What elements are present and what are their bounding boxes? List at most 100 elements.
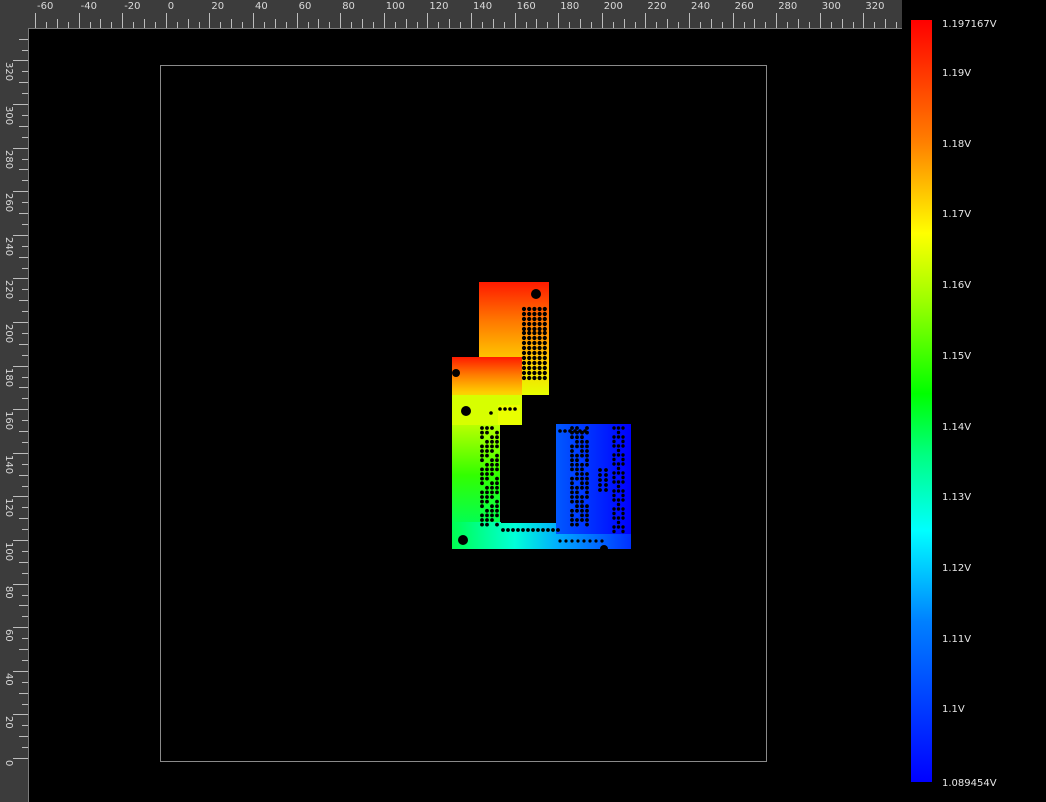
via-dot (612, 462, 616, 466)
via-dot (490, 444, 494, 449)
via-dot (580, 485, 584, 490)
via-dot (485, 430, 489, 435)
colorbar-tick-label: 1.1V (942, 704, 965, 716)
via-dot (585, 518, 589, 522)
via-dot (495, 444, 499, 449)
via-dot (485, 453, 489, 458)
colorbar-tick-label: 1.16V (942, 280, 972, 292)
inner-cutout (501, 425, 556, 523)
via-dot (570, 435, 574, 440)
via-dot (575, 458, 579, 463)
via-dot (575, 499, 579, 504)
via-dot (495, 458, 499, 463)
via-dot (580, 467, 584, 472)
via-dot (495, 522, 499, 527)
via-dot (527, 330, 532, 336)
via-dot (621, 489, 625, 493)
via-dot (527, 355, 532, 361)
via-dot (616, 484, 621, 489)
via-dot (616, 426, 621, 430)
via-dot (612, 493, 616, 498)
via-dot (570, 467, 574, 472)
via-dot (480, 513, 484, 518)
via-dot (490, 439, 494, 444)
via-dot (490, 513, 494, 518)
via-dot (537, 340, 542, 346)
via-dot (537, 355, 542, 361)
via-dot (495, 467, 499, 472)
via-dot (575, 495, 579, 499)
via-dot (480, 504, 484, 509)
via-dot (537, 321, 542, 327)
via-dot (575, 467, 579, 472)
via-dot (521, 311, 527, 317)
via-dot (585, 522, 589, 527)
via-dot (485, 508, 489, 513)
via-dot (612, 529, 616, 534)
via-dot (568, 429, 572, 433)
via-dot (585, 485, 589, 490)
via-dot (521, 326, 527, 332)
via-dot (580, 495, 584, 499)
via-dot (580, 508, 584, 513)
via-dot (480, 481, 484, 486)
via-dot (580, 435, 584, 440)
via-dot (580, 449, 584, 453)
via-dot (506, 528, 510, 532)
via-dot (532, 316, 537, 322)
via-dot (511, 528, 515, 532)
via-dot (575, 490, 579, 495)
via-dot (485, 518, 489, 522)
via-dot (508, 407, 512, 411)
via-dot (490, 508, 494, 513)
via-dot (563, 429, 567, 433)
via-dot (621, 453, 625, 457)
via-dot (537, 365, 542, 371)
via-dot (580, 504, 584, 509)
via-dot (546, 528, 550, 532)
via-dot (612, 516, 616, 520)
via-dot (541, 528, 545, 532)
via-dot (612, 507, 616, 511)
via-dot (585, 439, 589, 444)
via-dot (585, 453, 589, 458)
via-dot (585, 444, 589, 449)
via-dot (582, 539, 586, 543)
via-dot (521, 335, 527, 341)
via-dot (480, 495, 484, 499)
via-dot (527, 316, 532, 322)
voltage-heatmap (452, 282, 631, 553)
via-dot (485, 495, 489, 499)
via-dot (490, 518, 494, 522)
via-dot (485, 449, 489, 453)
via-dot (480, 472, 484, 476)
via-dot (521, 345, 527, 351)
via-dot (580, 462, 584, 467)
via-dot (513, 407, 517, 411)
via-dot (490, 481, 494, 486)
via-dot (480, 426, 484, 430)
via-dot (580, 444, 584, 449)
via-dot (588, 539, 592, 543)
via-dot (532, 330, 537, 336)
via-dot (498, 407, 502, 411)
via-dot (527, 335, 532, 341)
colorbar-min-label: 1.089454V (942, 778, 997, 789)
via-dot (621, 439, 625, 444)
via-dot (485, 467, 489, 472)
via-dot (537, 306, 542, 312)
via-dot (575, 472, 579, 476)
via-dot (616, 471, 621, 475)
via-dot (570, 495, 574, 499)
via-dot (532, 355, 537, 361)
via-dot (621, 529, 625, 534)
via-dot (542, 321, 547, 327)
via-dot (495, 435, 499, 440)
via-dot (490, 485, 494, 490)
via-dot (558, 429, 562, 433)
via-dot (621, 475, 625, 480)
via-dot (485, 522, 489, 527)
via-dot (527, 306, 532, 312)
via-dot (604, 488, 608, 492)
via-dot (585, 462, 589, 467)
